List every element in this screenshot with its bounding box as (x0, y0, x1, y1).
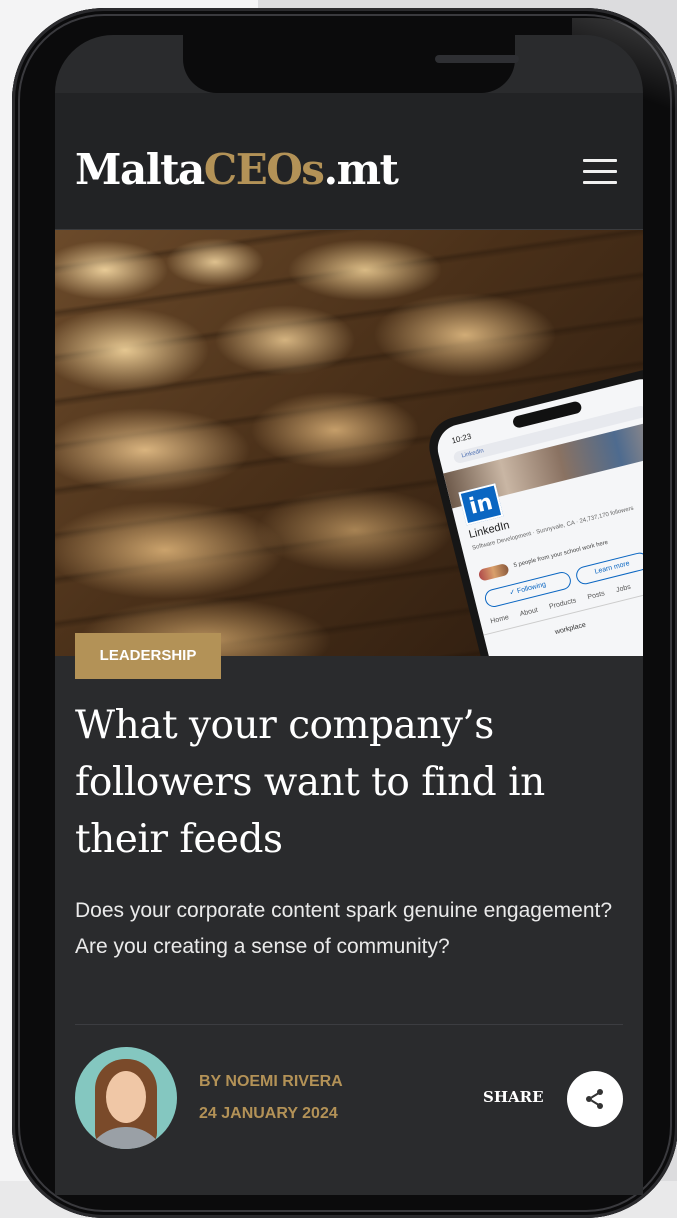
site-header: MaltaCEOs.mt (55, 93, 643, 230)
share-button[interactable] (567, 1071, 623, 1127)
divider (75, 1024, 623, 1025)
article-standfirst: Does your corporate content spark genuin… (75, 899, 613, 958)
photo-phone-screen: 10:23 LinkedIn in LinkedIn Software Deve… (432, 374, 643, 656)
author-avatar[interactable] (75, 1047, 177, 1149)
linkedin-logo-icon: in (458, 483, 504, 526)
share-icon (586, 1089, 603, 1109)
logo-part-malta: Malta (75, 145, 205, 194)
phone-notch (183, 35, 519, 93)
speaker-grille (435, 55, 519, 63)
publish-date: 24 JANUARY 2024 (199, 1105, 338, 1122)
category-tag[interactable]: LEADERSHIP (75, 633, 221, 679)
photo-mutual-avatars (477, 562, 510, 582)
phone-screen: MaltaCEOs.mt 10:23 LinkedIn in LinkedIn … (55, 35, 643, 1195)
site-logo[interactable]: MaltaCEOs.mt (75, 145, 399, 194)
author-name[interactable]: BY NOEMI RIVERA (199, 1073, 343, 1091)
photo-phone: 10:23 LinkedIn in LinkedIn Software Deve… (423, 360, 643, 656)
hamburger-icon[interactable] (583, 159, 617, 189)
photo-learn-more-button: Learn more (574, 550, 643, 587)
photo-phone-time: 10:23 (450, 431, 473, 446)
menu-line (583, 170, 617, 173)
photo-extra-text: workplace (554, 621, 587, 637)
avatar-face (106, 1071, 146, 1123)
logo-part-ceos: CEOs (203, 145, 325, 194)
menu-line (583, 181, 617, 184)
article-title: What your company’s followers want to fi… (75, 703, 545, 862)
hero-image: 10:23 LinkedIn in LinkedIn Software Deve… (55, 230, 643, 656)
share-label: SHARE (483, 1088, 544, 1106)
menu-line (583, 159, 617, 162)
logo-part-mt: .mt (323, 145, 398, 194)
